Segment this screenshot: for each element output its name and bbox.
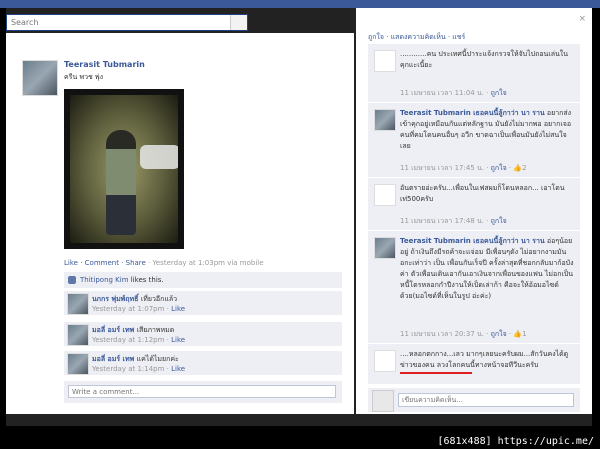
commenter-name[interactable]: มอลี่ อมร์ เทพ (92, 326, 134, 334)
commenter-avatar[interactable] (67, 353, 89, 375)
comment-time: Yesterday at 1:12pm (92, 336, 165, 344)
sidebar-action-links[interactable]: ถูกใจ · แสดงความคิดเห็น · แชร์ (368, 32, 465, 43)
sidebar-like-count: 1 (522, 330, 527, 338)
comment-like-link[interactable]: Like (171, 336, 185, 344)
comments-sidebar: × ถูกใจ · แสดงความคิดเห็น · แชร์ .......… (356, 8, 592, 414)
sidebar-like-count: 2 (522, 164, 527, 172)
sidebar-like-link[interactable]: ถูกใจ (491, 164, 507, 172)
liker-name[interactable]: Thitipong Kim (80, 276, 129, 284)
commenter-avatar[interactable] (67, 293, 89, 315)
photo-car (140, 145, 178, 169)
write-comment-input[interactable] (68, 385, 336, 398)
thumbs-up-icon (68, 276, 76, 284)
sidebar-like-link[interactable]: ถูกใจ (491, 89, 507, 97)
sidebar-comment: ............คน ประเทศนี้ปาระแจ้งกรวจให้จ… (368, 44, 580, 103)
commenter-name[interactable]: มอลี่ อมร์ เทพ (92, 355, 134, 363)
hidden-avatar (374, 50, 396, 72)
comment-like-link[interactable]: Like (171, 365, 185, 373)
commenter-name[interactable]: นกกร พุ่มพ์ฤทธิ์ (92, 295, 138, 303)
sidebar-comment-text: อันตรายอ่ะครับ...เพื่อนในเฟสผมก็โดนหลอก.… (400, 184, 565, 203)
sidebar-write-comment (368, 388, 580, 412)
red-underline (400, 372, 472, 374)
likes-summary: Thitipong Kim likes this. (64, 272, 342, 288)
sidebar-comment: Teerasit Tubmarin เธอคนนี้ลู้กาว่า นา รา… (368, 231, 580, 344)
post-text: ครีน พวช พุ่ง (64, 73, 104, 81)
like-link[interactable]: Like (64, 259, 78, 267)
write-comment-box (64, 381, 342, 403)
comment-time: Yesterday at 1:14pm (92, 365, 165, 373)
comment-text: เสียภาพหมด (136, 326, 175, 334)
sidebar-comment-text: ....หลอกตกกาง...เลว มากๆเลยนะครับผม...สั… (400, 350, 569, 369)
comment-text: แค่ได้ไมยกค่ะ (136, 355, 179, 363)
comment-link[interactable]: Comment (85, 259, 119, 267)
user-avatar (372, 390, 394, 412)
close-icon[interactable]: × (578, 14, 586, 24)
sidebar-like-link[interactable]: ถูกใจ (491, 217, 507, 225)
comment-thread: ............คน ประเทศนี้ปาระแจ้งกรวจให้จ… (368, 44, 580, 384)
sidebar-comment: Teerasit Tubmarin เธอคนนี้ลู้กาว่า นา รา… (368, 103, 580, 178)
image-host-watermark: [681x488] https://upic.me/ (437, 436, 594, 447)
sidebar-comment-time: 11 เมษายน เวลา 11:04 น. (400, 89, 484, 97)
hidden-avatar (374, 350, 396, 372)
post-panel: Teerasit Tubmarin ครีน พวช พุ่ง Like · C… (6, 33, 354, 414)
comment-item: มอลี่ อมร์ เทพ เสียภาพหมด Yesterday at 1… (64, 321, 342, 346)
post-actions: Like · Comment · Share · Yesterday at 1:… (64, 259, 264, 267)
poster-avatar[interactable] (22, 60, 58, 96)
commenter-avatar[interactable] (374, 237, 396, 259)
sidebar-comment: อันตรายอ่ะครับ...เพื่อนในเฟสผมก็โดนหลอก.… (368, 178, 580, 231)
truncated-previous-post (66, 31, 346, 38)
sidebar-comment-text: อ่อๆน้อยอยู่ ถ้าเงินถึงมีรถค้าจะแจ่อม มี… (400, 237, 574, 300)
comment-item: นกกร พุ่มพ์ฤทธิ์ เที่ยวอีกแล้ว Yesterday… (64, 290, 342, 315)
commenter-avatar[interactable] (67, 324, 89, 346)
sidebar-comment-time: 11 เมษายน เวลา 20:37 น. (400, 330, 484, 338)
thumbs-up-icon: 👍 (513, 330, 523, 338)
hidden-avatar (374, 184, 396, 206)
sidebar-comment: ....หลอกตกกาง...เลว มากๆเลยนะครับผม...สั… (368, 344, 580, 384)
search-icon[interactable] (230, 15, 247, 30)
search-input[interactable]: Search (11, 18, 38, 27)
sidebar-comment-input[interactable] (398, 393, 574, 407)
sidebar-like-link[interactable]: ถูกใจ (491, 330, 507, 338)
post-meta: · Yesterday at 1:03pm via mobile (148, 259, 264, 267)
likes-suffix: likes this. (128, 276, 164, 284)
sidebar-commenter-name[interactable]: Teerasit Tubmarin เธอคนนี้ลู้กาว่า นา รา… (400, 237, 545, 245)
sidebar-comment-time: 11 เมษายน เวลา 17:48 น. (400, 217, 484, 225)
commenter-avatar[interactable] (374, 109, 396, 131)
facebook-top-bar (0, 0, 600, 8)
comment-like-link[interactable]: Like (171, 305, 185, 313)
thumbs-up-icon: 👍 (513, 164, 523, 172)
sidebar-comment-text: ............คน ประเทศนี้ปาระแจ้งกรวจให้จ… (400, 50, 568, 69)
photo-image (70, 95, 178, 243)
search-box[interactable]: Search (6, 14, 248, 31)
comment-text: เที่ยวอีกแล้ว (140, 295, 178, 303)
comment-item: มอลี่ อมร์ เทพ แค่ได้ไมยกค่ะ Yesterday a… (64, 350, 342, 375)
sidebar-comment-time: 11 เมษายน เวลา 17:45 น. (400, 164, 484, 172)
poster-name[interactable]: Teerasit Tubmarin (64, 60, 145, 69)
sidebar-commenter-name[interactable]: Teerasit Tubmarin เธอคนนี้ลู้กาว่า นา รา… (400, 109, 545, 117)
post-photo[interactable] (64, 89, 184, 249)
comment-time: Yesterday at 1:07pm (92, 305, 165, 313)
share-link[interactable]: Share (126, 259, 146, 267)
photo-person (106, 130, 136, 235)
